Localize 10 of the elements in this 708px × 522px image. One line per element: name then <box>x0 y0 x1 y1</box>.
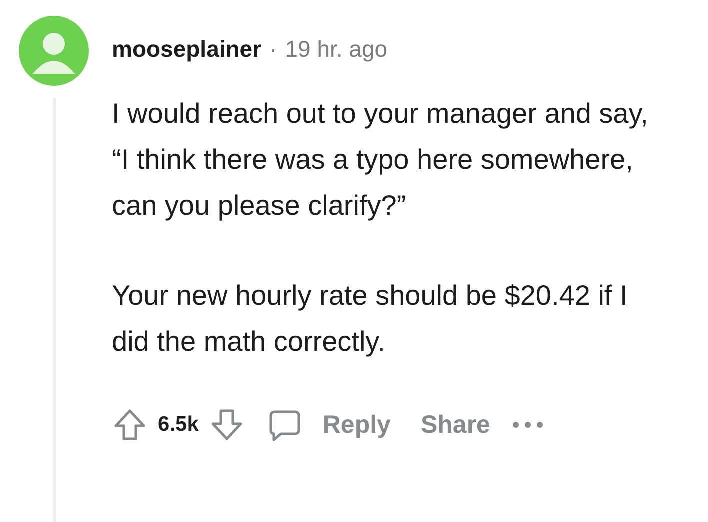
share-button[interactable]: Share <box>410 410 500 440</box>
vote-count: 6.5k <box>158 413 199 437</box>
avatar <box>19 16 89 86</box>
comment-paragraph: Your new hourly rate should be $20.42 if I did the math correctly. <box>112 279 629 359</box>
upvote-icon[interactable] <box>112 407 148 443</box>
timestamp: 19 hr. ago <box>285 36 388 63</box>
comment-paragraph: I would reach out to your manager and say, “I think there was a typo here somewhere, can you please clarify?” <box>112 97 650 223</box>
username[interactable]: mooseplainer <box>112 36 262 63</box>
reply-button[interactable]: Reply <box>312 410 401 440</box>
separator-dot: · <box>270 36 278 63</box>
